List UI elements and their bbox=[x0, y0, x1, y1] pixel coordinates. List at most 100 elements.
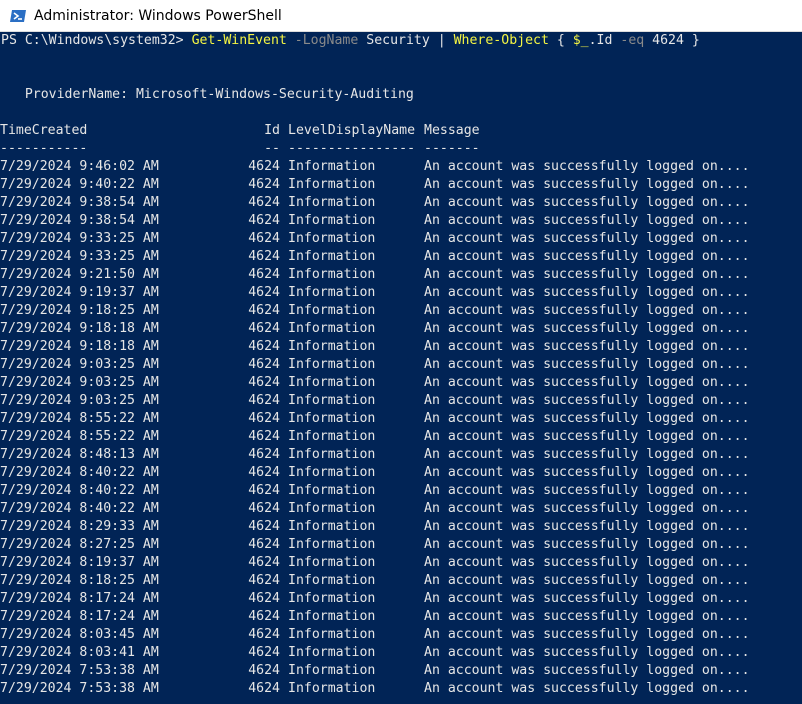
cell-leveldisplayname: Information bbox=[288, 303, 376, 318]
table-row: 7/29/2024 9:40:22 AM 4624 Information An ac… bbox=[0, 176, 802, 194]
property-access: .Id bbox=[588, 33, 613, 48]
cell-leveldisplayname: Information bbox=[288, 429, 376, 444]
cell-message: An account was successfully logged on...… bbox=[424, 663, 750, 678]
cell-timecreated: 7/29/2024 8:40:22 AM bbox=[0, 501, 159, 516]
cell-id: 4624 bbox=[248, 249, 280, 264]
table-header: TimeCreated Id LevelDisplayName Message bbox=[0, 122, 802, 140]
cell-message: An account was successfully logged on...… bbox=[424, 267, 750, 282]
table-row: 7/29/2024 9:03:25 AM 4624 Information An ac… bbox=[0, 374, 802, 392]
cell-message: An account was successfully logged on...… bbox=[424, 213, 750, 228]
cell-id: 4624 bbox=[248, 213, 280, 228]
table-row: 7/29/2024 9:38:54 AM 4624 Information An ac… bbox=[0, 194, 802, 212]
cell-timecreated: 7/29/2024 8:40:22 AM bbox=[0, 483, 159, 498]
cell-leveldisplayname: Information bbox=[288, 339, 376, 354]
cell-leveldisplayname: Information bbox=[288, 159, 376, 174]
cell-leveldisplayname: Information bbox=[288, 645, 376, 660]
window-title: Administrator: Windows PowerShell bbox=[34, 7, 282, 24]
cell-message: An account was successfully logged on...… bbox=[424, 537, 750, 552]
cell-message: An account was successfully logged on...… bbox=[424, 519, 750, 534]
cell-id: 4624 bbox=[248, 303, 280, 318]
table-row: 7/29/2024 9:18:25 AM 4624 Information An ac… bbox=[0, 302, 802, 320]
table-row: 7/29/2024 8:03:41 AM 4624 Information An ac… bbox=[0, 644, 802, 662]
cell-timecreated: 7/29/2024 9:18:18 AM bbox=[0, 321, 159, 336]
cell-leveldisplayname: Information bbox=[288, 591, 376, 606]
cell-timecreated: 7/29/2024 9:38:54 AM bbox=[0, 195, 159, 210]
cell-timecreated: 7/29/2024 8:55:22 AM bbox=[0, 411, 159, 426]
cell-leveldisplayname: Information bbox=[288, 375, 376, 390]
cell-timecreated: 7/29/2024 9:46:02 AM bbox=[0, 159, 159, 174]
table-row: 7/29/2024 9:46:02 AM 4624 Information An ac… bbox=[0, 158, 802, 176]
cell-message: An account was successfully logged on...… bbox=[424, 375, 750, 390]
cell-leveldisplayname: Information bbox=[288, 501, 376, 516]
cell-leveldisplayname: Information bbox=[288, 519, 376, 534]
cell-timecreated: 7/29/2024 8:17:24 AM bbox=[0, 591, 159, 606]
cell-id: 4624 bbox=[248, 483, 280, 498]
table-row: 7/29/2024 9:03:25 AM 4624 Information An ac… bbox=[0, 392, 802, 410]
cell-id: 4624 bbox=[248, 339, 280, 354]
cell-id: 4624 bbox=[248, 519, 280, 534]
cell-message: An account was successfully logged on...… bbox=[424, 321, 750, 336]
table-row: 7/29/2024 8:19:37 AM 4624 Information An ac… bbox=[0, 554, 802, 572]
table-row: 7/29/2024 9:38:54 AM 4624 Information An ac… bbox=[0, 212, 802, 230]
cell-message: An account was successfully logged on...… bbox=[424, 627, 750, 642]
cell-timecreated: 7/29/2024 9:33:25 AM bbox=[0, 231, 159, 246]
cell-timecreated: 7/29/2024 8:17:24 AM bbox=[0, 609, 159, 624]
cell-leveldisplayname: Information bbox=[288, 177, 376, 192]
table-row: 7/29/2024 9:33:25 AM 4624 Information An ac… bbox=[0, 248, 802, 266]
cell-message: An account was successfully logged on...… bbox=[424, 555, 750, 570]
cell-leveldisplayname: Information bbox=[288, 537, 376, 552]
header-id: Id bbox=[264, 123, 280, 138]
cell-timecreated: 7/29/2024 9:03:25 AM bbox=[0, 375, 159, 390]
cell-id: 4624 bbox=[248, 393, 280, 408]
cell-id: 4624 bbox=[248, 267, 280, 282]
underline-leveldisplayname: ---------------- bbox=[288, 141, 416, 156]
cell-id: 4624 bbox=[248, 609, 280, 624]
cell-message: An account was successfully logged on...… bbox=[424, 357, 750, 372]
cell-id: 4624 bbox=[248, 645, 280, 660]
cell-message: An account was successfully logged on...… bbox=[424, 285, 750, 300]
title-bar[interactable]: Administrator: Windows PowerShell bbox=[0, 0, 802, 32]
cell-id: 4624 bbox=[248, 627, 280, 642]
cell-timecreated: 7/29/2024 8:55:22 AM bbox=[0, 429, 159, 444]
cell-leveldisplayname: Information bbox=[288, 357, 376, 372]
cell-leveldisplayname: Information bbox=[288, 267, 376, 282]
cell-leveldisplayname: Information bbox=[288, 393, 376, 408]
operator: -eq bbox=[612, 33, 645, 48]
cell-leveldisplayname: Information bbox=[288, 231, 376, 246]
table-row: 7/29/2024 9:19:37 AM 4624 Information An ac… bbox=[0, 284, 802, 302]
cell-id: 4624 bbox=[248, 375, 280, 390]
table-row: 7/29/2024 8:55:22 AM 4624 Information An ac… bbox=[0, 410, 802, 428]
script-block-open: { bbox=[548, 33, 573, 48]
cell-timecreated: 7/29/2024 9:38:54 AM bbox=[0, 213, 159, 228]
cell-timecreated: 7/29/2024 9:03:25 AM bbox=[0, 357, 159, 372]
cell-leveldisplayname: Information bbox=[288, 609, 376, 624]
comparison-value: 4624 } bbox=[644, 33, 700, 48]
console-output[interactable]: PS C:\Windows\system32> Get-WinEvent -Lo… bbox=[0, 32, 802, 704]
cell-id: 4624 bbox=[248, 555, 280, 570]
underline-message: ------- bbox=[424, 141, 480, 156]
cell-timecreated: 7/29/2024 8:27:25 AM bbox=[0, 537, 159, 552]
cell-id: 4624 bbox=[248, 537, 280, 552]
cell-timecreated: 7/29/2024 7:53:38 AM bbox=[0, 663, 159, 678]
cell-message: An account was successfully logged on...… bbox=[424, 429, 750, 444]
table-row: 7/29/2024 8:03:45 AM 4624 Information An ac… bbox=[0, 626, 802, 644]
cell-leveldisplayname: Information bbox=[288, 627, 376, 642]
table-row: 7/29/2024 9:18:18 AM 4624 Information An ac… bbox=[0, 320, 802, 338]
table-row: 7/29/2024 8:17:24 AM 4624 Information An ac… bbox=[0, 590, 802, 608]
table-row: 7/29/2024 9:03:25 AM 4624 Information An ac… bbox=[0, 356, 802, 374]
cell-timecreated: 7/29/2024 8:19:37 AM bbox=[0, 555, 159, 570]
cell-leveldisplayname: Information bbox=[288, 285, 376, 300]
parameter-value: Security bbox=[358, 33, 438, 48]
table-row: 7/29/2024 8:29:33 AM 4624 Information An ac… bbox=[0, 518, 802, 536]
cell-leveldisplayname: Information bbox=[288, 663, 376, 678]
cell-leveldisplayname: Information bbox=[288, 411, 376, 426]
powershell-icon bbox=[10, 8, 26, 24]
header-message: Message bbox=[424, 123, 480, 138]
table-row: 7/29/2024 8:40:22 AM 4624 Information An ac… bbox=[0, 482, 802, 500]
table-row: 7/29/2024 7:53:38 AM 4624 Information An ac… bbox=[0, 662, 802, 680]
provider-name-line: ProviderName: Microsoft-Windows-Security… bbox=[1, 87, 414, 102]
cell-message: An account was successfully logged on...… bbox=[424, 159, 750, 174]
cell-leveldisplayname: Information bbox=[288, 483, 376, 498]
table-row: 7/29/2024 9:21:50 AM 4624 Information An ac… bbox=[0, 266, 802, 284]
cell-leveldisplayname: Information bbox=[288, 321, 376, 336]
